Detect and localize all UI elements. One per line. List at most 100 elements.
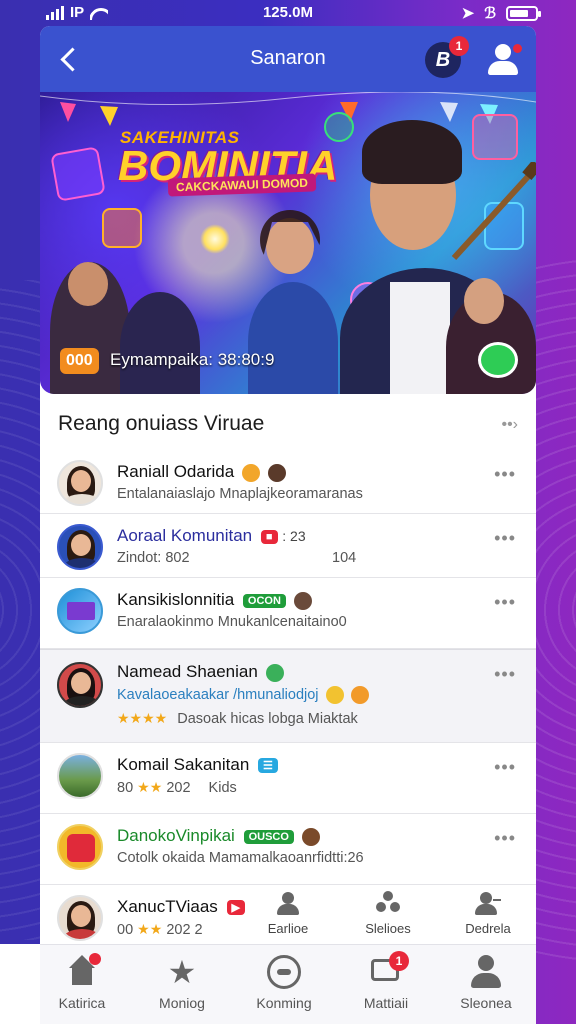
video-badge-icon: ■ bbox=[260, 529, 278, 544]
section-more-button[interactable]: ••› bbox=[501, 416, 518, 434]
item-subtitle-text: Kavalaoeakaakar /hmunaliodjoj bbox=[117, 686, 319, 703]
avatar-face bbox=[71, 905, 91, 927]
emoji-icon bbox=[350, 686, 369, 704]
status-tag: OCON bbox=[242, 593, 286, 608]
item-name: Raniall Odarida bbox=[117, 462, 286, 482]
community-list: Raniall Odarida Entalanaiaslajo Mnaplajk… bbox=[40, 450, 536, 956]
avatar bbox=[57, 824, 103, 870]
profile-icon bbox=[469, 955, 503, 989]
group-icon bbox=[375, 891, 401, 917]
nav-item-home[interactable]: Katirica bbox=[40, 953, 130, 1011]
item-name: Aoraal Komunitan ■ : 23 bbox=[117, 526, 306, 546]
crowd-person-right-head bbox=[464, 278, 504, 324]
item-subtitle: 00 ★★ 202 2 bbox=[117, 921, 203, 938]
item-subtitle: Zindot: 802 bbox=[117, 550, 190, 566]
more-options-button[interactable]: ••• bbox=[494, 528, 516, 549]
user-add-icon bbox=[475, 891, 501, 917]
more-options-button[interactable]: ••• bbox=[494, 757, 516, 778]
nav-item-messages[interactable]: 1 Mattiaii bbox=[338, 951, 434, 1011]
bottom-navigation: Katirica ★ Moniog Konming 1 Mattiaii Sle… bbox=[40, 944, 536, 1024]
more-options-button[interactable]: ••• bbox=[494, 464, 516, 485]
item-name: Namead Shaenian bbox=[117, 662, 284, 682]
avatar bbox=[57, 460, 103, 506]
man-shirt bbox=[390, 282, 450, 394]
notification-count-badge: 1 bbox=[449, 36, 469, 56]
crowd-person-mid bbox=[120, 292, 200, 394]
banner-brand-subtitle: CAKCKAWAUI DOMOD bbox=[167, 173, 317, 197]
star-icon: ★ bbox=[167, 954, 197, 990]
item-name-tail: : 23 bbox=[282, 528, 306, 544]
glowing-orb bbox=[200, 224, 230, 254]
user-icon-body bbox=[488, 61, 518, 75]
avatar-shirt bbox=[63, 558, 101, 568]
status-tag: OUSCO bbox=[243, 829, 294, 844]
action-label: Slelioes bbox=[365, 921, 411, 936]
item-meta: ★★★★ Dasoak hicas lobga Miaktak bbox=[117, 710, 358, 727]
rating-stars: ★★★★ bbox=[117, 710, 168, 726]
item-suffix: 2 bbox=[194, 922, 203, 938]
battery-icon bbox=[506, 5, 541, 21]
nav-label: Konming bbox=[256, 995, 312, 1011]
user-icon bbox=[495, 44, 511, 60]
item-year: 202 bbox=[166, 780, 191, 796]
item-name-text: XanucTViaas bbox=[117, 897, 218, 916]
status-bar: IP 125.0M ➤ ℬ bbox=[0, 0, 576, 26]
woman-blue-shirt bbox=[248, 282, 338, 394]
more-options-button[interactable]: ••• bbox=[494, 592, 516, 613]
compass-icon bbox=[267, 955, 301, 989]
list-item[interactable]: Raniall Odarida Entalanaiaslajo Mnaplajk… bbox=[40, 450, 536, 514]
nav-item-favorites[interactable]: ★ Moniog bbox=[134, 955, 230, 1011]
avatar bbox=[57, 662, 103, 708]
item-meta-text: Dasoak hicas lobga Miaktak bbox=[177, 711, 358, 727]
woman-head bbox=[266, 218, 314, 274]
avatar-shirt bbox=[63, 494, 101, 504]
whatsapp-chat-icon[interactable] bbox=[478, 342, 518, 378]
nav-label: Sleonea bbox=[460, 995, 512, 1011]
guitar-neck bbox=[451, 162, 536, 261]
avatar-shirt bbox=[63, 929, 101, 939]
bluetooth-icon: ℬ bbox=[484, 5, 496, 22]
app-card: Sanaron B 1 SAKEHINITAS BOMINITIA CAKCKA… bbox=[40, 26, 536, 1024]
avatar-logo bbox=[67, 834, 95, 862]
avatar-mini-icon bbox=[293, 591, 312, 610]
background-pattern-left bbox=[0, 280, 40, 940]
app-badge-button[interactable]: B 1 bbox=[425, 36, 469, 78]
action-label: Earlioe bbox=[267, 921, 309, 936]
location-icon: ➤ bbox=[461, 5, 475, 22]
list-item[interactable]: Komail Sakanitan ☰ 80 ★★ 202 Kids ••• bbox=[40, 743, 536, 814]
profile-button[interactable] bbox=[486, 42, 522, 76]
nav-item-explore[interactable]: Konming bbox=[236, 955, 332, 1011]
avatar-face bbox=[71, 534, 91, 556]
avatar bbox=[57, 895, 103, 941]
list-item[interactable]: Namead Shaenian Kavalaoeakaakar /hmunali… bbox=[40, 649, 536, 743]
nav-label: Mattiaii bbox=[363, 995, 409, 1011]
app-bar: Sanaron B 1 bbox=[40, 26, 536, 92]
section-title: Reang onuiass Viruae bbox=[58, 412, 265, 435]
person-icon bbox=[275, 891, 301, 917]
more-options-button[interactable]: ••• bbox=[494, 828, 516, 849]
item-subtitle: Enaralaokinmo Mnukanlcenaitaino0 bbox=[117, 614, 347, 630]
item-subtitle-right: 104 bbox=[332, 550, 357, 566]
background-white-corner bbox=[0, 944, 40, 1024]
list-item[interactable]: Kansikislonnitia OCON Enaralaokinmo Mnuk… bbox=[40, 578, 536, 649]
avatar bbox=[57, 588, 103, 634]
list-item[interactable]: DanokoVinpikai OUSCO Cotolk okaida Mamam… bbox=[40, 814, 536, 885]
hero-banner[interactable]: SAKEHINITAS BOMINITIA CAKCKAWAUI DOMOD 0… bbox=[40, 92, 536, 394]
action-person[interactable]: Earlioe bbox=[248, 891, 328, 936]
item-name: XanucTViaas ▶ bbox=[117, 897, 246, 917]
avatar-face bbox=[71, 672, 91, 694]
more-options-button[interactable]: ••• bbox=[494, 664, 516, 685]
list-item[interactable]: Aoraal Komunitan ■ : 23 Zindot: 802 104 … bbox=[40, 514, 536, 578]
action-add-user[interactable]: Dedrela bbox=[448, 891, 528, 936]
status-right: ➤ ℬ bbox=[461, 4, 541, 22]
avatar bbox=[57, 524, 103, 570]
badge-icon bbox=[265, 663, 284, 682]
section-header: Reang onuiass Viruae ••› bbox=[40, 394, 536, 450]
item-name-text: Komail Sakanitan bbox=[117, 755, 250, 774]
nav-item-profile[interactable]: Sleonea bbox=[438, 955, 534, 1011]
neon-emoji-icon bbox=[102, 208, 142, 248]
item-year: 202 bbox=[166, 922, 191, 938]
nav-label: Katirica bbox=[58, 995, 106, 1011]
avatar-mini-icon bbox=[267, 463, 286, 482]
action-group[interactable]: Slelioes bbox=[348, 891, 428, 936]
